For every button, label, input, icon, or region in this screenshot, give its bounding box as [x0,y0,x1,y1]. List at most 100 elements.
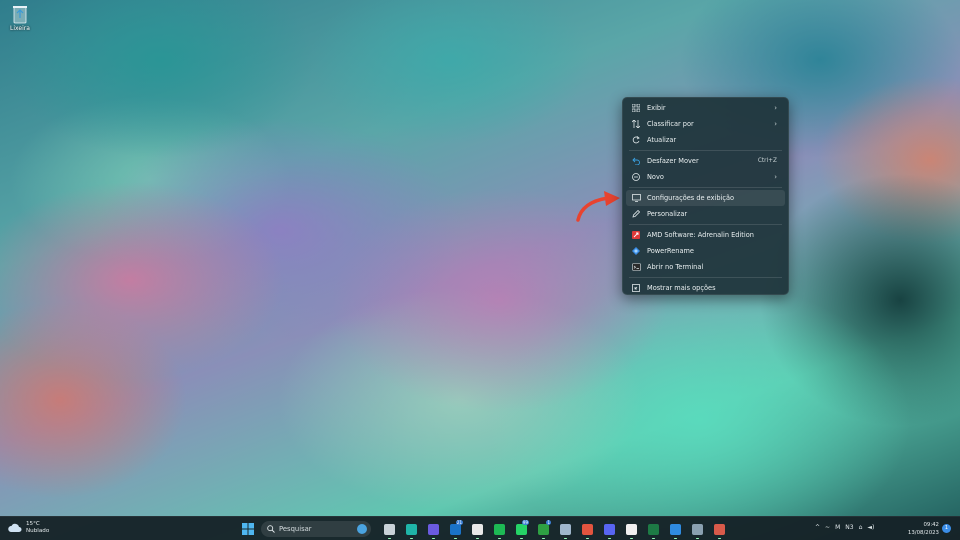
shortcut-label: Ctrl+Z [757,158,777,164]
clock-time: 09:42 [923,522,939,528]
taskbar-app-button[interactable] [576,521,598,539]
running-indicator [475,538,479,539]
running-indicator [717,538,721,539]
app-badge: 99 [521,520,529,525]
weather-condition: Nublado [26,528,50,534]
search-icon [267,525,275,533]
weather-temp: 15°C [26,521,40,527]
whatsapp-icon [515,523,527,535]
clock-date: 13/08/2023 [907,530,939,536]
cloud-icon [8,523,22,532]
settings-icon [691,523,703,535]
running-indicator [585,538,589,539]
recycle-bin-label: Lixeira [10,25,30,32]
taskbar-app-button[interactable] [422,521,444,539]
running-indicator [519,538,523,539]
onedrive-icon[interactable]: ~ [825,524,830,531]
network-icon[interactable]: ⌂ [859,524,863,531]
taskbar-app-button[interactable] [686,521,708,539]
menu-separator [629,187,782,188]
menu-item-abrir-no-terminal[interactable]: Abrir no Terminal [626,259,785,275]
pointer-arrow-annotation [576,191,620,222]
app-badge: 1 [546,520,551,525]
menu-item-configuracoes-de-exibicao[interactable]: Configurações de exibição [626,190,785,206]
system-tray: ^ ~ M N3 ⌂ ◄) [815,524,874,531]
undo-icon [631,156,641,166]
recycle-bin[interactable]: Lixeira [4,4,36,32]
vscode-icon [669,523,681,535]
grid-view-icon [631,103,641,113]
menu-separator [629,277,782,278]
weather-widget[interactable]: 15°C Nublado [8,521,49,535]
running-indicator [607,538,611,539]
menu-item-exibir[interactable]: Exibir › [626,100,785,116]
running-indicator [497,538,501,539]
taskbar-app-button[interactable] [620,521,642,539]
taskbar-app-button[interactable] [400,521,422,539]
sort-icon [631,119,641,129]
taskbar-search-box[interactable]: Pesquisar [261,521,371,537]
tray-overflow-chevron[interactable]: ^ [815,524,820,531]
running-indicator [695,538,699,539]
taskbar-app-button[interactable] [598,521,620,539]
menu-item-novo[interactable]: Novo › [626,169,785,185]
tray-app-icon[interactable]: N3 [845,524,853,531]
discord-icon [603,523,615,535]
menu-item-powerrename[interactable]: PowerRename [626,243,785,259]
menu-item-mostrar-mais-opcoes[interactable]: Mostrar mais opções [626,280,785,296]
windows-start-icon[interactable] [242,523,254,535]
outlook-icon [449,523,461,535]
media-player-icon [427,523,439,535]
running-indicator [651,538,655,539]
menu-item-atualizar[interactable]: Atualizar [626,132,785,148]
taskbar-app-button[interactable]: 21 [444,520,466,539]
menu-item-classificar-por[interactable]: Classificar por › [626,116,785,132]
tray-app-icon[interactable]: M [835,524,840,531]
notion-icon [471,523,483,535]
taskbar-app-button[interactable] [642,521,664,539]
running-indicator [629,538,633,539]
taskbar-app-button[interactable] [554,521,576,539]
new-plus-icon [631,172,641,182]
taskbar-app-button[interactable] [466,521,488,539]
edge-icon [405,523,417,535]
recycle-bin-icon [13,6,27,24]
search-highlight-icon [357,524,367,534]
snipping-tool-icon [713,523,725,535]
taskbar-app-button[interactable] [378,521,400,539]
game-controller-icon [581,523,593,535]
taskbar-app-button[interactable] [708,521,730,539]
running-indicator [431,538,435,539]
display-settings-icon [631,193,641,203]
running-indicator [673,538,677,539]
refresh-icon [631,135,641,145]
running-indicator [409,538,413,539]
taskbar-app-button[interactable]: 99 [510,520,532,539]
file-explorer-icon [383,523,395,535]
steam-icon [559,523,571,535]
taskbar-clock[interactable]: 09:42 13/08/2023 [905,521,939,537]
running-indicator [563,538,567,539]
taskbar-apps: 21 99 1 [378,520,730,539]
menu-item-desfazer-mover[interactable]: Desfazer Mover Ctrl+Z [626,153,785,169]
menu-item-personalizar[interactable]: Personalizar [626,206,785,222]
taskbar: 15°C Nublado Pesquisar 21 99 1 ^ ~ M N3 ⌂ … [0,516,960,540]
running-indicator [453,538,457,539]
more-options-icon [631,283,641,293]
menu-separator [629,150,782,151]
notification-badge[interactable]: 1 [942,524,951,533]
menu-separator [629,224,782,225]
chevron-right-icon: › [774,173,777,181]
app-badge: 21 [455,520,463,525]
running-indicator [541,538,545,539]
volume-icon[interactable]: ◄) [867,524,874,531]
capcut-icon [625,523,637,535]
menu-item-amd-software[interactable]: AMD Software: Adrenalin Edition [626,227,785,243]
taskbar-app-button[interactable] [664,521,686,539]
taskbar-app-button[interactable]: 1 [532,520,554,539]
powerrename-icon [631,246,641,256]
excel-icon [647,523,659,535]
pencil-icon [631,209,641,219]
spotify-icon [493,523,505,535]
taskbar-app-button[interactable] [488,521,510,539]
